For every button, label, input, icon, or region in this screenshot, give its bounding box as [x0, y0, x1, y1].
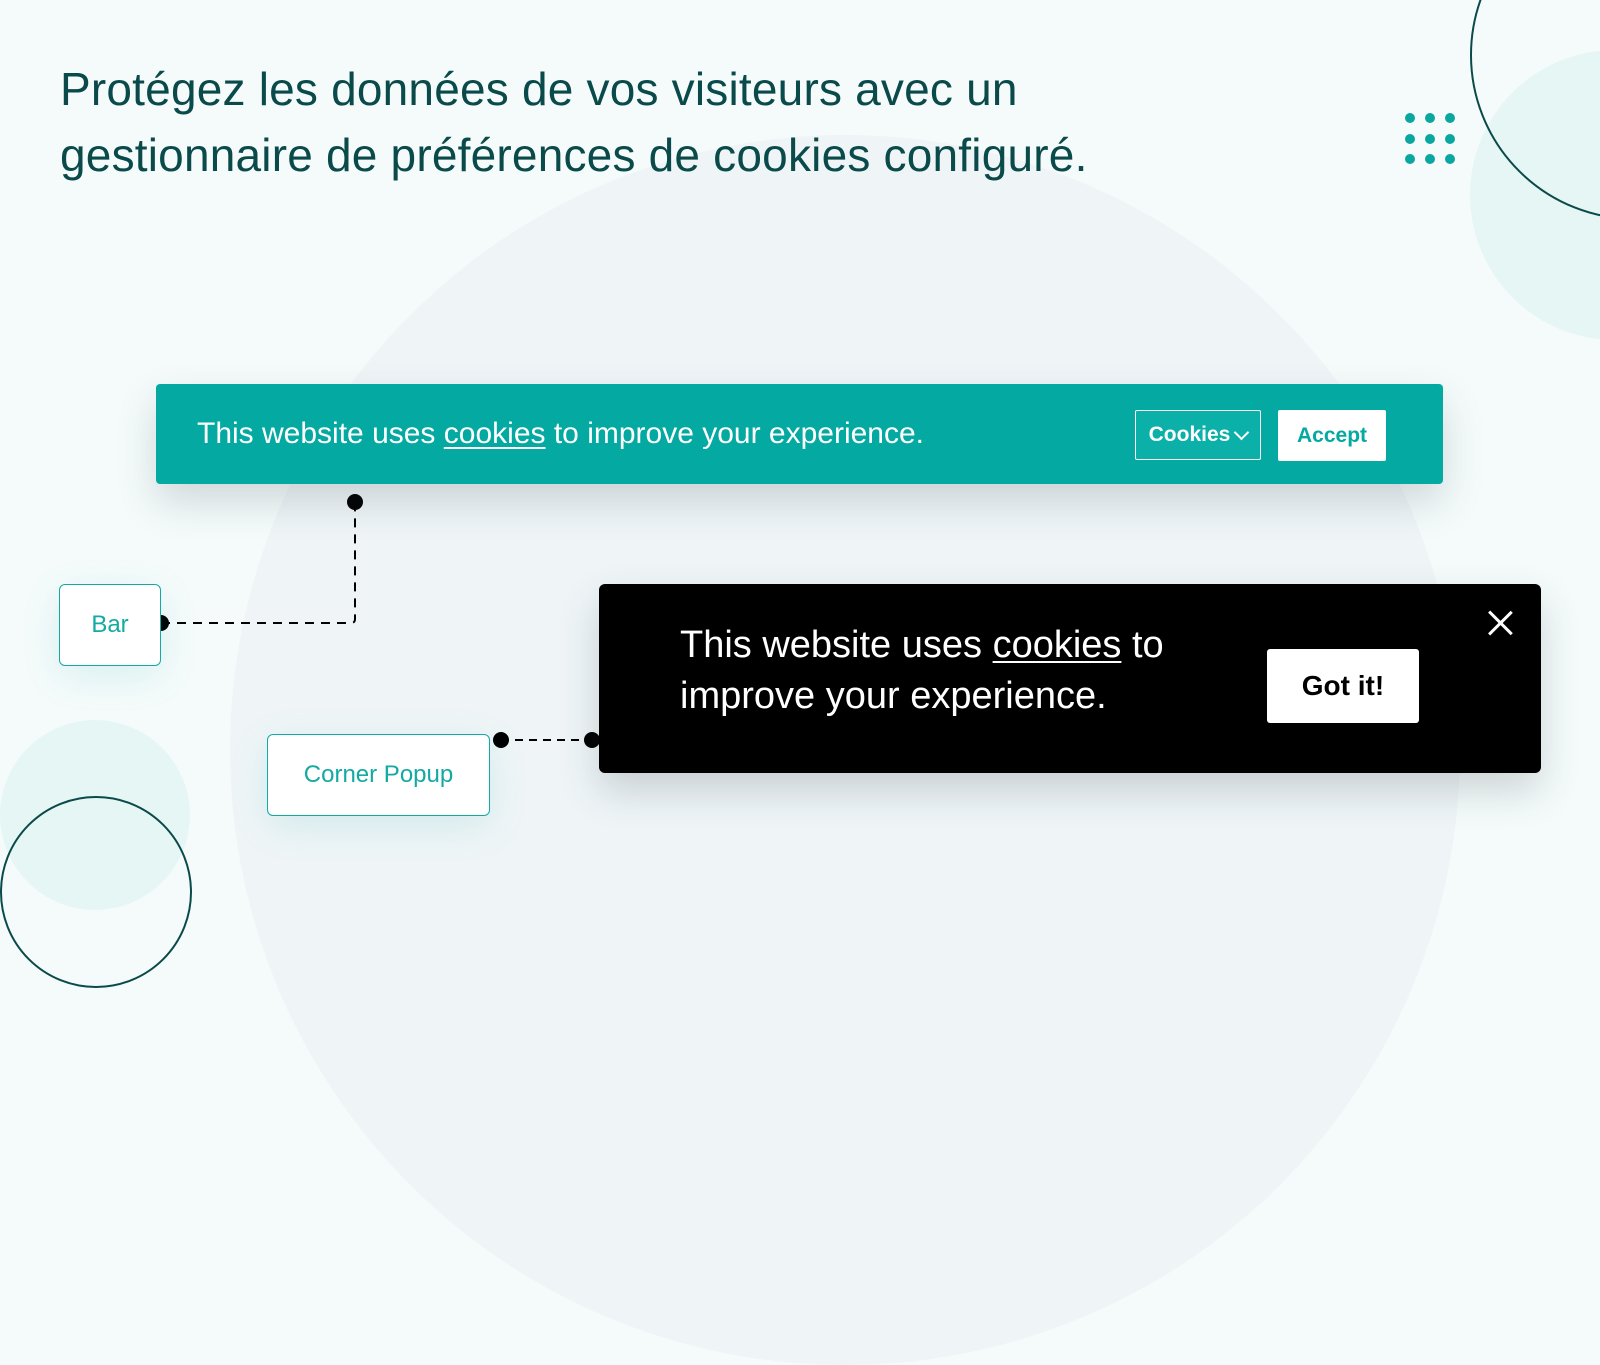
- decor-ring-top-right: [1470, 0, 1600, 220]
- accept-button[interactable]: Accept: [1278, 410, 1386, 461]
- popup-message: This website uses cookies to improve you…: [680, 620, 1240, 722]
- chevron-down-icon: [1234, 424, 1250, 441]
- decor-ring-bottom-left: [0, 796, 192, 988]
- close-icon[interactable]: [1485, 607, 1515, 637]
- connector-dot: [347, 494, 363, 510]
- connector-dot: [584, 732, 600, 748]
- cookies-dropdown[interactable]: Cookies: [1135, 410, 1261, 460]
- connector-bar: [161, 502, 356, 624]
- label-bar: Bar: [59, 584, 161, 666]
- cookies-link[interactable]: cookies: [444, 417, 546, 450]
- dot-grid-icon: [1405, 113, 1457, 165]
- cookie-bar-banner: This website uses cookies to improve you…: [156, 384, 1443, 484]
- bar-text-before: This website uses: [197, 417, 444, 450]
- cookies-link[interactable]: cookies: [993, 624, 1122, 666]
- cookie-corner-popup: This website uses cookies to improve you…: [599, 584, 1541, 773]
- page-headline: Protégez les données de vos visiteurs av…: [60, 63, 1088, 181]
- decor-circle-fill-top-right: [1470, 50, 1600, 340]
- decor-circle-fill-bottom-left: [0, 720, 190, 910]
- bar-text-after: to improve your experience.: [545, 417, 925, 450]
- connector-dot: [493, 732, 509, 748]
- label-corner-popup-text: Corner Popup: [303, 761, 454, 788]
- bar-banner-message: This website uses cookies to improve you…: [197, 384, 924, 484]
- got-it-button[interactable]: Got it!: [1267, 649, 1419, 723]
- label-corner-popup: Corner Popup: [267, 734, 490, 816]
- cookies-dropdown-label: Cookies: [1148, 423, 1231, 446]
- label-bar-text: Bar: [91, 611, 129, 638]
- popup-text-before: This website uses: [680, 624, 993, 666]
